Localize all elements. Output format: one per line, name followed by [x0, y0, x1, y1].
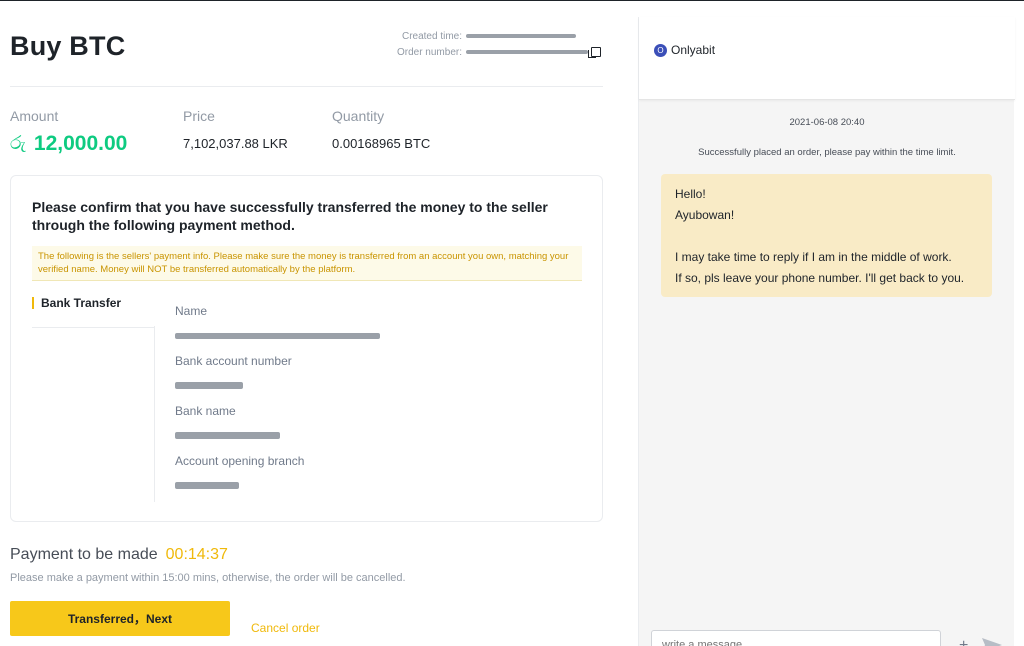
chat-header: O Onlyabit: [639, 17, 1015, 100]
field-bank-name: Bank name: [175, 404, 380, 454]
currency-symbol: රු: [10, 133, 26, 154]
confirm-heading: Please confirm that you have successfull…: [32, 199, 548, 233]
quantity-label: Quantity: [332, 108, 385, 124]
cancel-order-button[interactable]: Cancel order: [251, 621, 320, 635]
amount-stat: Amount රු 12,000.00: [10, 108, 183, 156]
chat-panel: O Onlyabit 2021-06-08 20:40 Successfully…: [638, 17, 1015, 646]
seller-message-bubble: Hello! Ayubowan! I may take time to repl…: [661, 174, 992, 297]
field-label: Account opening branch: [175, 454, 305, 468]
send-icon[interactable]: [982, 638, 1002, 646]
field-name: Name: [175, 304, 380, 354]
payment-note: Please make a payment within 15:00 mins,…: [10, 572, 406, 584]
field-branch: Account opening branch: [175, 454, 380, 504]
message-line: Hello!: [675, 187, 706, 201]
order-number-redacted: [466, 50, 588, 54]
amount-label: Amount: [10, 108, 59, 124]
system-message: Successfully placed an order, please pay…: [698, 147, 956, 158]
amount-number: 12,000.00: [33, 132, 128, 155]
created-time-row: Created time:: [396, 28, 601, 44]
seller-info[interactable]: O Onlyabit: [654, 43, 715, 57]
active-indicator: [32, 297, 34, 309]
plus-icon[interactable]: +: [959, 637, 968, 646]
order-stats: Amount රු 12,000.00 Price 7,102,037.88 L…: [10, 108, 430, 156]
message-line: I may take time to reply if I am in the …: [675, 250, 952, 264]
order-panel: Buy BTC Created time: Order number: Amou…: [0, 0, 625, 646]
amount-value: රු 12,000.00: [10, 132, 183, 156]
created-time-label: Created time:: [401, 30, 462, 42]
message-line: Ayubowan!: [675, 208, 735, 222]
field-label: Bank name: [175, 404, 236, 418]
seller-info-notice: The following is the sellers' payment in…: [32, 246, 582, 281]
chat-date: 2021-06-08 20:40: [789, 117, 865, 128]
copy-icon[interactable]: [588, 47, 601, 58]
header-divider: [10, 86, 603, 87]
avatar: O: [654, 43, 667, 57]
message-input[interactable]: [651, 630, 941, 646]
transferred-next-button[interactable]: Transferred，Next: [10, 601, 230, 636]
payment-method-tab[interactable]: Bank Transfer: [32, 296, 121, 310]
price-value: 7,102,037.88 LKR: [183, 136, 288, 151]
field-account-number: Bank account number: [175, 354, 380, 404]
field-value-redacted[interactable]: [175, 476, 380, 489]
order-meta: Created time: Order number:: [396, 28, 601, 60]
order-number-row: Order number:: [396, 44, 601, 60]
field-value-redacted[interactable]: [175, 426, 380, 439]
column-divider: [154, 326, 155, 502]
page-title: Buy BTC: [10, 31, 126, 61]
countdown-timer: 00:14:37: [165, 546, 228, 563]
seller-name[interactable]: Onlyabit: [671, 43, 715, 57]
payment-title-label: Payment to be made: [10, 546, 158, 563]
field-value-redacted[interactable]: [175, 376, 380, 389]
quantity-stat: Quantity 0.00168965 BTC: [332, 108, 430, 156]
created-time-redacted: [466, 34, 576, 38]
field-value-redacted[interactable]: [175, 326, 380, 339]
message-line: If so, pls leave your phone number. I'll…: [675, 271, 965, 285]
price-label: Price: [183, 108, 215, 124]
payment-method-label: Bank Transfer: [41, 296, 122, 310]
payment-method-card: Please confirm that you have successfull…: [10, 175, 603, 522]
order-number-label: Order number:: [396, 46, 462, 58]
price-stat: Price 7,102,037.88 LKR: [183, 108, 332, 156]
method-divider: [32, 327, 154, 328]
field-label: Bank account number: [175, 354, 292, 368]
payment-title: Payment to be made 00:14:37: [10, 546, 228, 564]
quantity-value: 0.00168965 BTC: [332, 136, 431, 151]
field-label: Name: [175, 304, 208, 318]
payment-fields: Name Bank account number Bank name Accou…: [175, 304, 380, 504]
